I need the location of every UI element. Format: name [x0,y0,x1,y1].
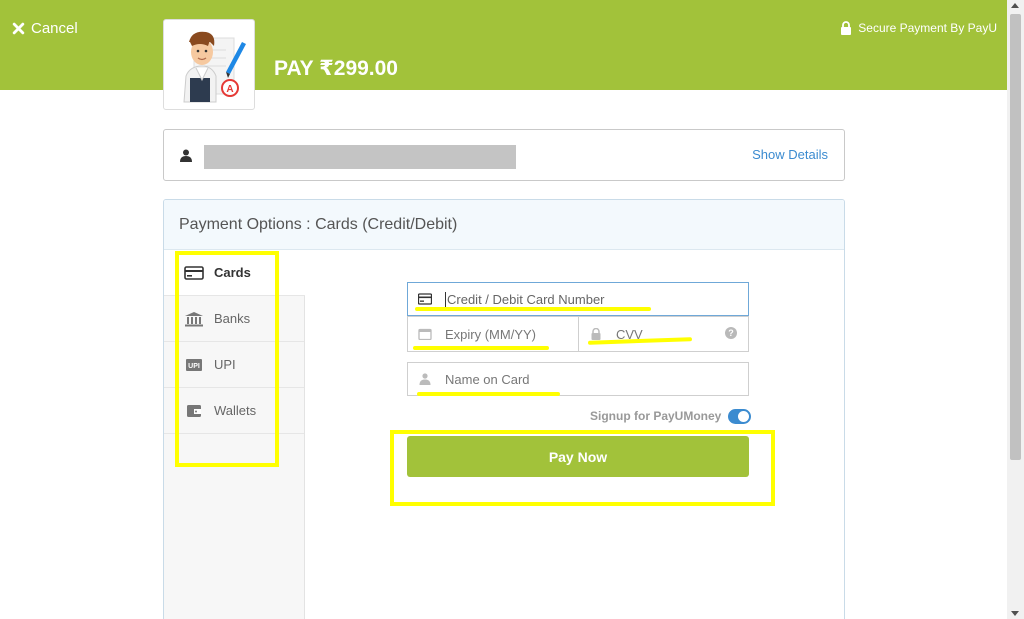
highlight-payment-methods [175,251,279,467]
highlight-underline-name [417,392,560,396]
highlight-underline-expiry [413,346,549,350]
highlight-underline-card-number [415,307,651,311]
cancel-label: Cancel [31,20,78,37]
highlight-pay-now [390,430,775,506]
lock-icon [841,21,852,35]
expiry-placeholder: Expiry (MM/YY) [445,326,536,342]
calendar-icon [418,328,432,340]
scroll-up-arrow-icon[interactable] [1011,3,1019,8]
page-scrollbar[interactable] [1007,0,1024,619]
svg-text:A: A [226,84,233,95]
show-details-link[interactable]: Show Details [752,147,828,162]
signup-payumoney-toggle[interactable] [728,409,751,424]
text-caret [445,291,446,307]
close-icon [12,22,25,35]
scroll-thumb[interactable] [1010,14,1021,460]
user-details-box: Show Details [163,129,845,181]
card-icon [418,293,432,305]
cancel-button[interactable]: Cancel [12,20,78,37]
header-bar: Cancel A PAY ₹299.00 Secure Payment By P… [0,0,1007,110]
cvv-input[interactable]: CVV ? [578,316,749,352]
secure-payment-label: Secure Payment By PayU [840,21,997,35]
user-icon [180,149,192,162]
cvv-help-icon[interactable]: ? [725,327,737,339]
student-writing-logo-icon: A [183,31,246,103]
secure-text: Secure Payment By PayU [858,21,997,35]
scroll-down-arrow-icon[interactable] [1011,611,1019,616]
card-number-placeholder: Credit / Debit Card Number [447,291,605,307]
signup-payumoney-label: Signup for PayUMoney [590,409,722,423]
payment-options-title: Payment Options : Cards (Credit/Debit) [164,200,844,250]
pay-amount: PAY ₹299.00 [274,57,398,80]
redacted-user-info [204,145,516,169]
user-icon [419,373,431,385]
name-on-card-input[interactable]: Name on Card [407,362,749,396]
lock-icon [591,328,601,340]
name-on-card-placeholder: Name on Card [445,371,530,387]
merchant-logo: A [163,19,255,110]
